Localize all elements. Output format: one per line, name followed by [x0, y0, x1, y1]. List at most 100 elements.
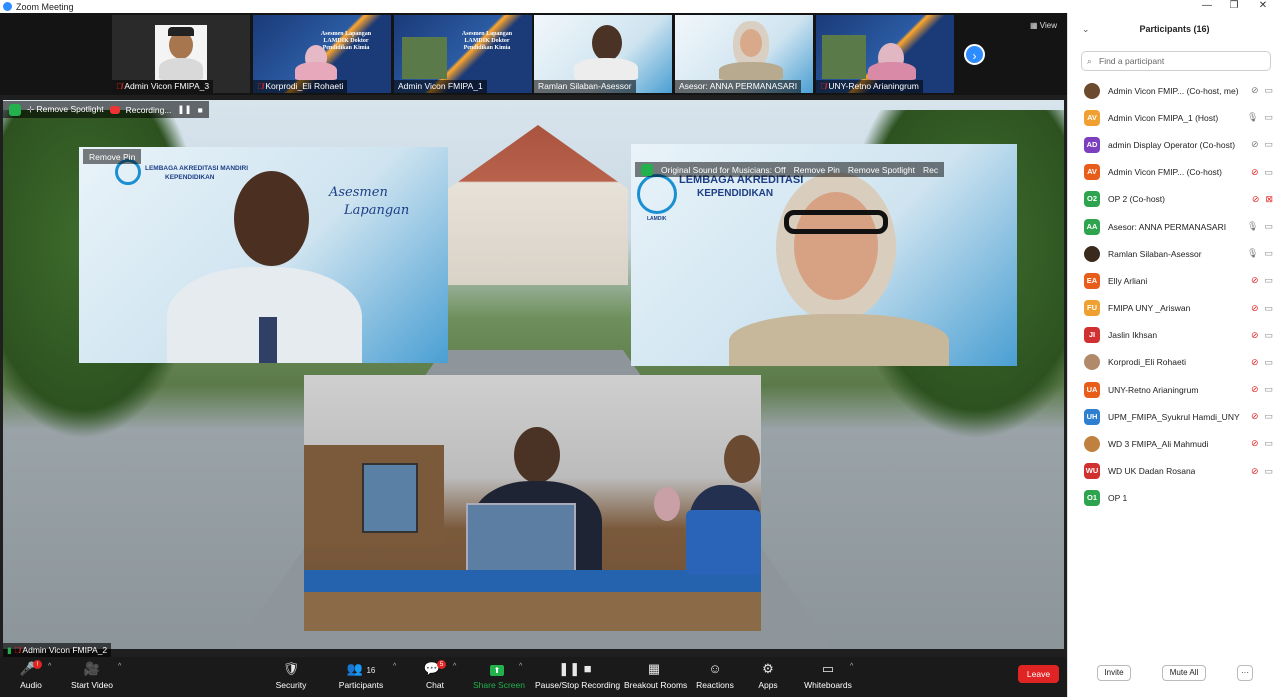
microphone-icon[interactable]: 🎙 — [1247, 112, 1258, 123]
thumbnail-video[interactable]: 🎙̸ UNY-Retno Arianingrum — [816, 15, 954, 93]
participant-name: FMIPA UNY _Ariswan — [1108, 303, 1191, 314]
participant-row[interactable]: Admin Vicon FMIP... (Co-host, me) ⊘ ▭ — [1068, 77, 1280, 104]
camera-icon[interactable]: ▭ — [1264, 275, 1273, 286]
org-subname: KEPENDIDIKAN — [165, 174, 215, 181]
leave-button[interactable]: Leave — [1018, 665, 1059, 683]
remove-spotlight-button[interactable]: Remove Spotlight — [848, 165, 915, 175]
view-button[interactable]: ▦ View — [1030, 21, 1057, 30]
camera-icon[interactable]: ▭ — [1264, 411, 1273, 422]
participant-row[interactable]: Korprodi_Eli Rohaeti ⊘ ▭ — [1068, 349, 1280, 376]
participant-row[interactable]: AA Asesor: ANNA PERMANASARI 🎙 ▭ — [1068, 213, 1280, 240]
video-options-caret[interactable]: ^ — [118, 663, 121, 670]
participant-status-icons: ⊘ ⊠ — [1252, 186, 1273, 213]
breakout-rooms-button[interactable]: ▦ Breakout Rooms — [624, 660, 687, 690]
thumbnail-video[interactable]: Asesmen Lapangan LAMDIK Doktor Pendidika… — [253, 15, 391, 93]
pause-recording-button[interactable]: ❚❚ — [177, 104, 191, 115]
microphone-icon[interactable]: 🎙 — [1247, 248, 1258, 259]
participants-options-caret[interactable]: ^ — [393, 663, 396, 670]
camera-icon[interactable]: ▭ — [1264, 466, 1273, 477]
remove-pin-button[interactable]: Remove Pin — [794, 165, 840, 175]
muted-mic-icon[interactable]: ⊘ — [1251, 466, 1259, 477]
participant-row[interactable]: UA UNY-Retno Arianingrum ⊘ ▭ — [1068, 376, 1280, 403]
chevron-down-icon[interactable]: ⌄ — [1082, 13, 1090, 45]
participant-row[interactable]: EA Elly Arliani ⊘ ▭ — [1068, 267, 1280, 294]
muted-mic-icon[interactable]: ⊘ — [1251, 330, 1259, 341]
muted-mic-icon: 🎙̸ — [14, 645, 21, 655]
participant-video-tile[interactable]: LEMBAGA AKREDITASI KEPENDIDIKAN LAMDIK O… — [631, 144, 1017, 366]
audio-button[interactable]: 🎤! Audio — [16, 660, 46, 690]
share-options-caret[interactable]: ^ — [519, 663, 522, 670]
muted-mic-icon[interactable]: ⊘ — [1252, 194, 1260, 205]
participant-row[interactable]: Ramlan Silaban-Asessor 🎙 ▭ — [1068, 240, 1280, 267]
camera-icon[interactable]: ▭ — [1264, 221, 1273, 232]
participant-avatar — [1084, 436, 1100, 453]
participant-row[interactable]: O1 OP 1 — [1068, 485, 1280, 512]
participant-row[interactable]: WU WD UK Dadan Rosana ⊘ ▭ — [1068, 458, 1280, 485]
camera-icon[interactable]: ▭ — [1264, 357, 1273, 368]
pause-stop-recording-button[interactable]: ❚❚ ■ Pause/Stop Recording — [535, 660, 620, 690]
camera-off-icon[interactable]: ⊠ — [1265, 194, 1273, 205]
participant-row[interactable]: FU FMIPA UNY _Ariswan ⊘ ▭ — [1068, 295, 1280, 322]
muted-mic-icon[interactable]: ⊘ — [1251, 275, 1259, 286]
camera-icon[interactable]: ▭ — [1264, 384, 1273, 395]
participant-row[interactable]: AV Admin Vicon FMIPA_1 (Host) 🎙 ▭ — [1068, 104, 1280, 131]
start-video-button[interactable]: 🎥 Start Video — [70, 660, 114, 690]
participant-row[interactable]: JI Jaslin Ikhsan ⊘ ▭ — [1068, 322, 1280, 349]
chat-button[interactable]: 💬5 Chat — [422, 660, 448, 690]
whiteboards-button[interactable]: ▭ Whiteboards — [804, 660, 852, 690]
camera-icon[interactable]: ▭ — [1264, 139, 1273, 150]
thumbnail-video[interactable]: Ramlan Silaban-Asessor — [534, 15, 672, 93]
reactions-button[interactable]: ☺ Reactions — [696, 660, 734, 690]
logo-label: LAMDIK — [647, 216, 667, 222]
thumbnail-video[interactable]: 🎙̸ Admin Vicon FMIPA_3 — [112, 15, 250, 93]
next-page-button[interactable]: › — [964, 44, 985, 65]
remove-spotlight-button[interactable]: ⊹ Remove Spotlight — [27, 104, 104, 115]
muted-mic-icon[interactable]: ⊘ — [1251, 357, 1259, 368]
participants-panel: ⌄ Participants (16) ⌕ Find a participant… — [1067, 13, 1280, 697]
thumbnail-video[interactable]: Asesmen Lapangan LAMDIK Doktor Pendidika… — [394, 15, 532, 93]
muted-mic-icon[interactable]: ⊘ — [1251, 139, 1259, 150]
whiteboard-options-caret[interactable]: ^ — [850, 663, 853, 670]
mute-all-button[interactable]: Mute All — [1162, 665, 1206, 681]
audio-options-caret[interactable]: ^ — [48, 663, 51, 670]
thumbnail-video[interactable]: Asesor: ANNA PERMANASARI — [675, 15, 813, 93]
participants-button[interactable]: 👥 16 Participants — [338, 660, 384, 690]
camera-icon[interactable]: ▭ — [1264, 438, 1273, 449]
original-sound-toggle[interactable]: Original Sound for Musicians: Off — [661, 165, 786, 175]
participant-row[interactable]: UH UPM_FMIPA_Syukrul Hamdi_UNY ⊘ ▭ — [1068, 403, 1280, 430]
muted-mic-icon[interactable]: ⊘ — [1251, 438, 1259, 449]
microphone-icon[interactable]: 🎙 — [1247, 221, 1258, 232]
maximize-button[interactable]: ❐ — [1221, 0, 1247, 13]
apps-button[interactable]: ⚙ Apps — [756, 660, 780, 690]
stop-recording-button[interactable]: ■ — [198, 105, 203, 115]
camera-icon[interactable]: ▭ — [1264, 167, 1273, 178]
participant-video-tile[interactable] — [304, 375, 761, 631]
muted-mic-icon[interactable]: ⊘ — [1251, 303, 1259, 314]
minimize-button[interactable]: — — [1194, 0, 1220, 13]
participant-row[interactable]: AV Admin Vicon FMIP... (Co-host) ⊘ ▭ — [1068, 159, 1280, 186]
remove-pin-button[interactable]: Remove Pin — [89, 152, 135, 162]
invite-button[interactable]: Invite — [1097, 665, 1131, 681]
camera-icon[interactable]: ▭ — [1264, 85, 1273, 96]
muted-mic-icon[interactable]: ⊘ — [1251, 85, 1259, 96]
share-screen-button[interactable]: ⬆ Share Screen — [473, 660, 525, 690]
close-window-button[interactable]: ✕ — [1250, 0, 1276, 13]
participant-avatar: AV — [1084, 109, 1100, 126]
camera-icon[interactable]: ▭ — [1264, 112, 1273, 123]
security-button[interactable]: 🛡 Security — [274, 660, 308, 690]
participant-row[interactable]: AD admin Display Operator (Co-host) ⊘ ▭ — [1068, 131, 1280, 158]
participant-video-tile[interactable]: LEMBAGA AKREDITASI MANDIRI KEPENDIDIKAN … — [79, 147, 448, 363]
participant-row[interactable]: O2 OP 2 (Co-host) ⊘ ⊠ — [1068, 186, 1280, 213]
more-options-button[interactable]: ··· — [1237, 665, 1253, 681]
chat-options-caret[interactable]: ^ — [453, 663, 456, 670]
participant-search-input[interactable]: ⌕ Find a participant — [1081, 51, 1271, 71]
muted-mic-icon[interactable]: ⊘ — [1251, 411, 1259, 422]
muted-mic-icon[interactable]: ⊘ — [1251, 167, 1259, 178]
camera-icon[interactable]: ▭ — [1264, 248, 1273, 259]
camera-icon[interactable]: ▭ — [1264, 330, 1273, 341]
participant-avatar: O1 — [1084, 490, 1100, 507]
camera-icon[interactable]: ▭ — [1264, 303, 1273, 314]
muted-mic-icon[interactable]: ⊘ — [1251, 384, 1259, 395]
participant-status-icons: 🎙 ▭ — [1247, 104, 1273, 131]
participant-row[interactable]: WD 3 FMIPA_Ali Mahmudi ⊘ ▭ — [1068, 430, 1280, 457]
